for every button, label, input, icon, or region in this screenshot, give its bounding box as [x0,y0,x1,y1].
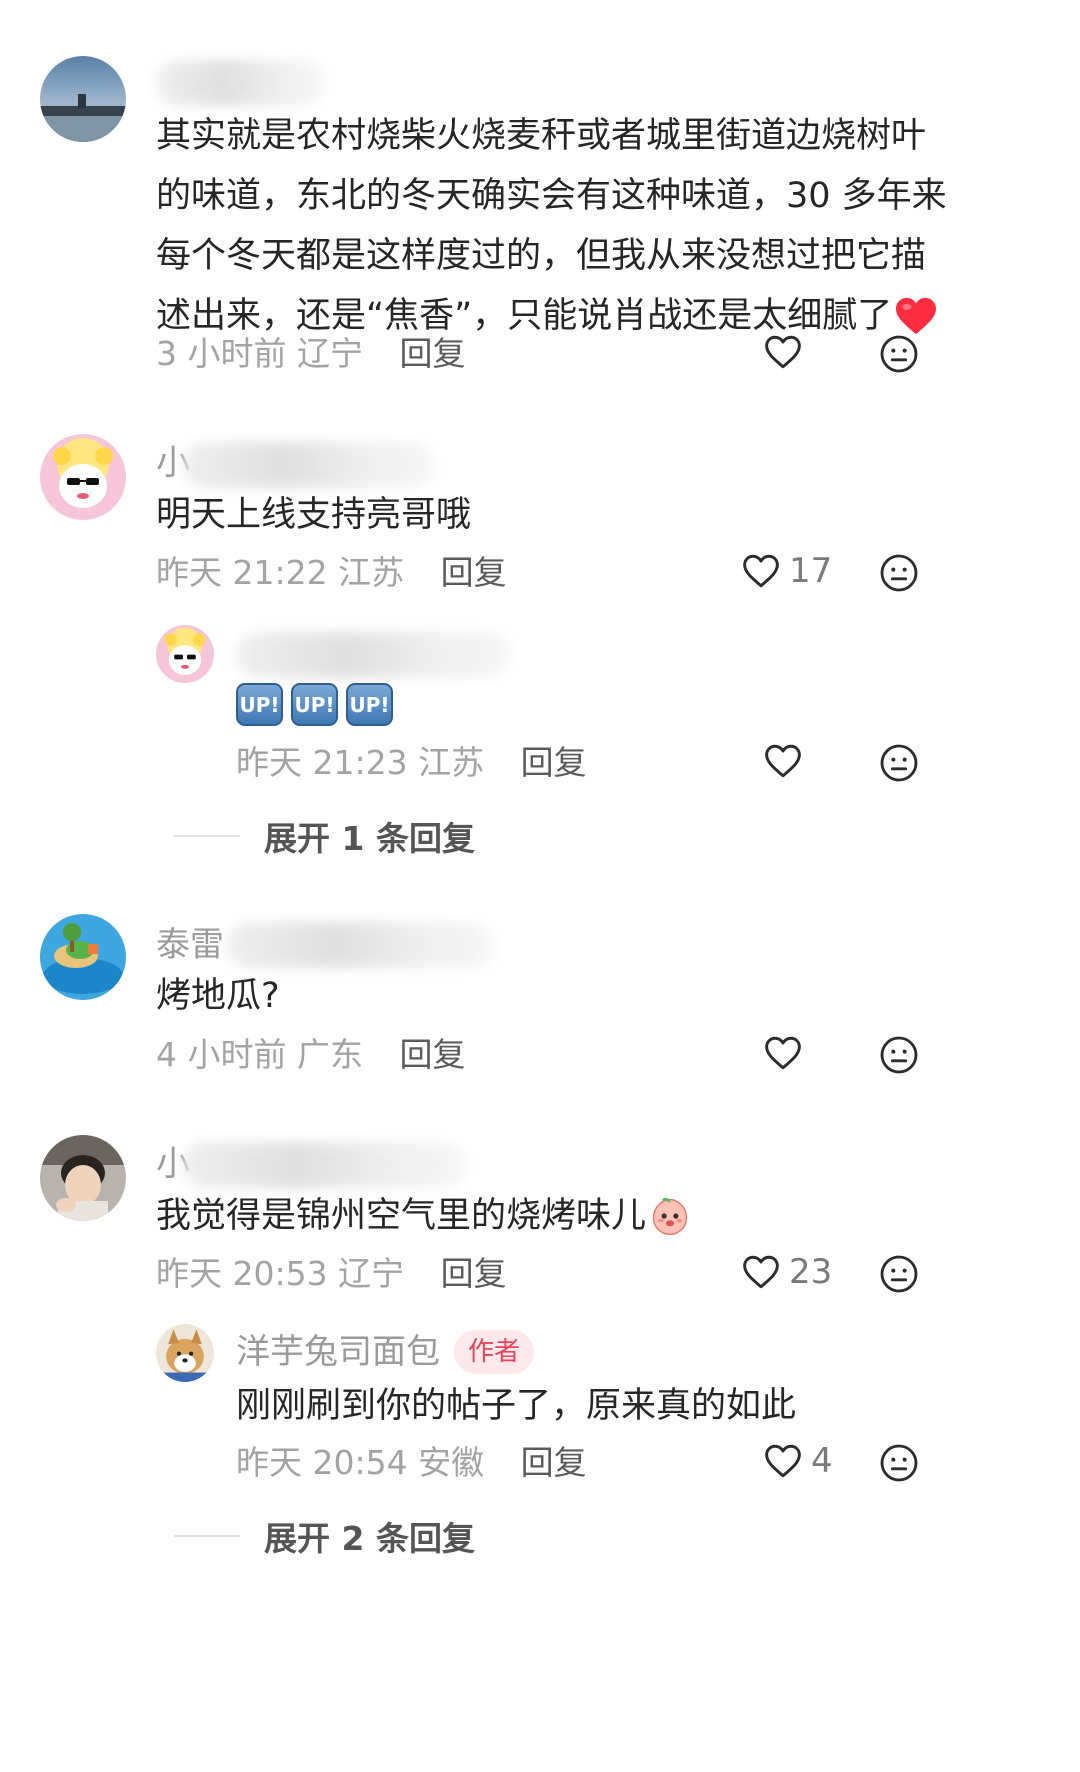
dislike-button[interactable] [879,553,919,593]
like-button[interactable] [763,334,811,370]
avatar[interactable] [40,914,126,1000]
username-partial[interactable]: 泰雷 [156,928,224,962]
neutral-face-icon [880,744,918,782]
like-button[interactable]: 23 [741,1254,832,1290]
comment-time: 4 小时前 [156,1035,287,1074]
comment-line: 其实就是农村烧柴火烧麦秆或者城里街道边烧树叶 [156,116,927,156]
up-badge-row: UP! UP! UP! [236,683,401,726]
reply-header: 洋芋兔司面包 作者 [236,1330,535,1374]
reply-time: 昨天 20:54 [236,1443,408,1482]
comment-meta: 昨天 21:22 江苏 回复 [156,556,507,589]
dislike-button[interactable] [879,1035,919,1075]
dislike-button[interactable] [879,743,919,783]
avatar[interactable] [40,1135,126,1221]
up-sticker-icon: UP! [236,683,283,726]
reply-location: 安徽 [418,1443,485,1482]
like-button[interactable]: 17 [741,553,832,589]
expand-divider [174,835,240,837]
heart-outline-icon [765,1444,801,1478]
comment-text: 烤地瓜? [156,976,280,1016]
like-button[interactable] [763,1035,811,1071]
neutral-face-icon [880,1255,918,1293]
comment-time: 昨天 21:22 [156,553,328,592]
avatar-cartoon-image [40,434,126,520]
neutral-face-icon [880,1036,918,1074]
comment-meta: 3 小时前 辽宁 回复 [156,337,466,370]
author-username[interactable]: 洋芋兔司面包 [236,1335,440,1369]
reply-meta: 昨天 21:23 江苏 回复 [236,746,587,779]
reply-location: 江苏 [418,743,485,782]
reply-time: 昨天 21:23 [236,743,408,782]
reply-button[interactable]: 回复 [400,1035,466,1074]
comment-meta: 昨天 20:53 辽宁 回复 [156,1257,507,1290]
comment-meta: 4 小时前 广东 回复 [156,1038,466,1071]
reply-button[interactable]: 回复 [441,1254,507,1293]
up-sticker-icon: UP! [346,683,393,726]
neutral-face-icon [880,554,918,592]
heart-outline-icon [765,744,801,778]
neutral-face-icon [880,335,918,373]
like-count: 23 [789,1252,833,1292]
avatar-cartoon-image [156,625,214,683]
heart-outline-icon [743,554,779,588]
comment-location: 江苏 [338,553,405,592]
avatar[interactable] [40,434,126,520]
comment-line: 我觉得是锦州空气里的烧烤味儿 [156,1196,647,1236]
like-button[interactable] [763,743,811,779]
expand-divider [174,1535,240,1537]
comment-location: 广东 [297,1035,363,1074]
comment-time: 3 小时前 [156,334,287,373]
reply-text: 刚刚刷到你的帖子了，原来真的如此 [236,1386,797,1426]
reply-button[interactable]: 回复 [441,553,507,592]
username-blurred[interactable] [156,60,326,106]
expand-replies-label: 展开 2 条回复 [264,1519,475,1558]
avatar-person-photo [40,1135,126,1221]
username-blurred[interactable] [182,442,436,488]
comment-line: 每个冬天都是这样度过的，但我从来没想过把它描 [156,236,927,276]
reply-button[interactable]: 回复 [400,334,466,373]
avatar-island-image [40,914,126,1000]
dislike-button[interactable] [879,1254,919,1294]
expand-replies-button[interactable]: 展开 2 条回复 [174,1512,475,1560]
like-count: 4 [811,1441,833,1481]
comment-line: 的味道，东北的冬天确实会有这种味道，30 多年来 [156,176,947,216]
comment-location: 辽宁 [297,334,363,373]
reply-button[interactable]: 回复 [521,743,587,782]
username-blurred[interactable] [236,632,512,678]
reply-button[interactable]: 回复 [521,1443,587,1482]
avatar[interactable] [156,625,214,683]
avatar-landscape-image [40,56,126,142]
like-count: 17 [789,551,833,591]
comment-text: 明天上线支持亮哥哦 [156,495,472,535]
comment-text: 我觉得是锦州空气里的烧烤味儿 [156,1186,692,1246]
dislike-button[interactable] [879,334,919,374]
neutral-face-icon [880,1444,918,1482]
expand-replies-button[interactable]: 展开 1 条回复 [174,812,475,860]
up-sticker-icon: UP! [291,683,338,726]
username-blurred[interactable] [182,1142,468,1188]
comment-location: 辽宁 [338,1254,405,1293]
red-heart-emoji-icon [896,297,937,335]
dislike-button[interactable] [879,1443,919,1483]
avatar[interactable] [40,56,126,142]
author-badge: 作者 [454,1330,535,1374]
username-blurred[interactable] [226,922,496,968]
like-button[interactable]: 4 [763,1443,833,1479]
avatar[interactable] [156,1324,214,1382]
comment-text: 其实就是农村烧柴火烧麦秆或者城里街道边烧树叶 的味道，东北的冬天确实会有这种味道… [156,106,947,346]
avatar-dog-image [156,1324,214,1382]
peach-face-emoji-icon [652,1197,688,1236]
comment-time: 昨天 20:53 [156,1254,328,1293]
heart-outline-icon [765,335,801,369]
reply-meta: 昨天 20:54 安徽 回复 [236,1446,587,1479]
heart-outline-icon [743,1255,779,1289]
expand-replies-label: 展开 1 条回复 [264,819,475,858]
heart-outline-icon [765,1036,801,1070]
